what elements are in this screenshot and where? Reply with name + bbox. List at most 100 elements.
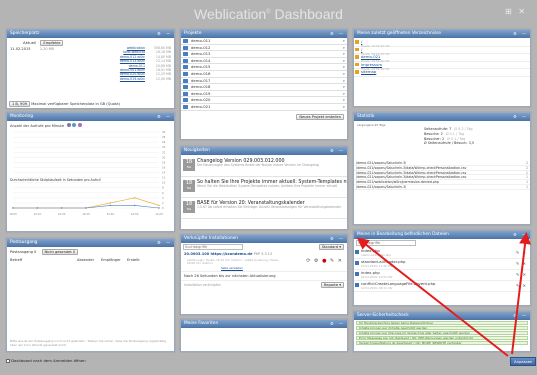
chart-point: [133, 204, 136, 207]
col-sender[interactable]: Absender: [77, 258, 94, 262]
storage-row-name[interactable]: demo-012-wSrc: [120, 55, 145, 59]
editing-file-item[interactable]: index.php 02.01.2015, 10:55 Uhr ✎ ✕: [354, 270, 530, 281]
storage-row-name[interactable]: demo-019-wSrc: [120, 77, 145, 81]
favorites-panel-header: Meine Favoriten ⚙ —: [181, 320, 347, 328]
recent-folder-item[interactable]: demo-021 Heute, 14:31:20 Uhr: [354, 54, 530, 63]
storage-date-size: 2,20 MB: [40, 47, 54, 51]
tab-empfehle[interactable]: Empfehle: [40, 40, 64, 46]
news-item[interactable]: 18 Feb Changelog Version 029.003.012.000 Di…: [181, 156, 347, 177]
tab-not-sent[interactable]: Nicht gesendet 0: [41, 249, 79, 255]
customize-button[interactable]: Anpassen: [510, 357, 537, 366]
recent-folder-item[interactable]: sitemap: [354, 69, 530, 77]
news-day: 18: [185, 180, 193, 186]
recent-folder-item[interactable]: / Heute, 14:31:33 Uhr: [354, 47, 530, 56]
project-item[interactable]: demo-014 ⌕: [181, 58, 347, 65]
editing-search-input[interactable]: [356, 240, 416, 246]
stats-kpi-avg: Ø 0,2 / Tag: [454, 127, 473, 131]
project-item[interactable]: demo-019 ⌕: [181, 91, 347, 98]
editing-file-item[interactable]: conflictCreateLanguageFile.abvent.php 12.…: [354, 281, 530, 292]
news-item[interactable]: 18 Feb BASE für Version 20: Veranstaltungs…: [181, 198, 347, 219]
editing-file-item[interactable]: standard-a4header.php 14.01.2015, 11:40 U…: [354, 259, 530, 270]
file-icon: [355, 271, 359, 276]
storage-row-name[interactable]: demo-013-wSrc: [120, 59, 145, 63]
edit-actions-icon[interactable]: ✎ ✕: [516, 272, 527, 277]
recent-folder-name[interactable]: sitemap: [361, 69, 530, 74]
search-icon[interactable]: ⌕: [343, 84, 345, 90]
storage-row-name[interactable]: demo-020-wSrc: [120, 72, 145, 76]
search-icon[interactable]: ⌕: [343, 97, 345, 103]
project-name: demo-011: [191, 38, 211, 43]
search-icon[interactable]: ⌕: [343, 51, 345, 57]
news-month: Feb: [186, 208, 192, 211]
edit-actions-icon[interactable]: ✎ ✕: [516, 250, 527, 255]
col-created[interactable]: Erstellt: [127, 258, 140, 262]
project-item[interactable]: demo-020 ⌕: [181, 97, 347, 104]
project-item[interactable]: demo-011 ⌕: [181, 38, 347, 45]
file-icon: [355, 249, 359, 254]
storage-row-value: 14,80 MB: [155, 54, 171, 59]
search-icon[interactable]: ⌕: [343, 45, 345, 51]
installation-entry-title[interactable]: 20.0003.100 https://kcondemo.de: [184, 252, 252, 256]
recent-folder-item[interactable]: / Heute, 14:31:33 Uhr: [354, 39, 530, 48]
project-folder-icon: [183, 98, 188, 103]
stats-path-row[interactable]: /demo-021/saparu/Salucheln-3/1: [354, 185, 530, 190]
window-controls-icon[interactable]: ⊞ ✕: [505, 7, 527, 16]
search-icon[interactable]: ⌕: [343, 71, 345, 77]
manage-site-link[interactable]: Seite verwalten: [221, 266, 243, 270]
installations-search-input[interactable]: [183, 244, 243, 250]
edit-actions-icon[interactable]: ✎ ✕: [516, 261, 527, 266]
search-icon[interactable]: ⌕: [343, 78, 345, 84]
monitoring-panel-header: Monitoring ⚙ —: [7, 113, 174, 121]
storage-row-name[interactable]: todo-weblicat: [123, 50, 145, 54]
monitoring-chart: 30282624222018161412108642010:00 10:10 10:…: [9, 130, 166, 216]
storage-row-value: 20,89 MB: [155, 63, 171, 68]
chart-y-tick: 30: [162, 130, 166, 134]
checkbox-icon[interactable]: [6, 359, 10, 363]
project-item[interactable]: demo-013 ⌕: [181, 51, 347, 58]
project-item[interactable]: demo-017 ⌕: [181, 78, 347, 85]
search-icon[interactable]: ⌕: [343, 38, 345, 44]
project-folder-icon: [183, 91, 188, 96]
search-icon[interactable]: ⌕: [343, 104, 345, 110]
news-date: 18 Feb: [183, 180, 195, 192]
project-item[interactable]: demo-015 ⌕: [181, 64, 347, 71]
editing-file-item[interactable]: index.php/demo-021/index.php ✎ ✕: [354, 248, 530, 259]
project-item[interactable]: demo-021 ⌕: [181, 104, 347, 111]
col-subject[interactable]: Betreff: [10, 258, 22, 262]
edit-actions-icon[interactable]: ✎ ✕: [516, 283, 527, 288]
search-icon[interactable]: ⌕: [343, 64, 345, 70]
storage-row: demo-019-wSrc 12,00 MB: [101, 77, 171, 81]
open-dashboard-checkbox[interactable]: Dashboard nach dem Anmelden öffnen: [6, 358, 86, 363]
new-project-button[interactable]: Neues Projekt erstellen: [296, 113, 344, 120]
search-icon[interactable]: ⌕: [343, 58, 345, 64]
statistics-panel: Statistik ⚙ — vergangene 45 Tage Seitenau…: [353, 112, 531, 225]
storage-row-name[interactable]: weblication: [127, 46, 145, 50]
tab-aktuell[interactable]: Aktuell: [23, 40, 36, 45]
recent-folder-item[interactable]: impressum Heute, 14:31:10 Uhr: [354, 62, 530, 71]
reports-button[interactable]: Reporte ▾: [320, 282, 344, 288]
storage-row-name[interactable]: demo-011: [129, 64, 145, 68]
security-check-line: Im Hauptverzeichnis liegen keine Dateien…: [356, 320, 528, 326]
installations-panel-header: Verknüpfte Installationen ⚙ —: [181, 235, 347, 243]
installations-panel: Verknüpfte Installationen⚙ — Standard ▾ …: [180, 234, 348, 315]
tab-outbox[interactable]: Postausgang 0: [10, 250, 36, 254]
news-month: Feb: [186, 166, 192, 169]
installations-select[interactable]: Standard ▾: [318, 244, 344, 250]
storage-date: 11.02.2015: [10, 47, 31, 51]
search-icon[interactable]: ⌕: [343, 91, 345, 97]
chart-y-tick: 20: [162, 155, 166, 159]
stats-range[interactable]: vergangene 45 Tage: [357, 123, 386, 127]
news-month: Feb: [186, 187, 192, 190]
project-item[interactable]: demo-018 ⌕: [181, 84, 347, 91]
page-title: Weblication® Dashboard: [194, 6, 343, 22]
col-recipient[interactable]: Empfänger: [101, 258, 121, 262]
project-item[interactable]: demo-012 ⌕: [181, 45, 347, 52]
storage-row-name[interactable]: demo-001-wSrc: [120, 68, 145, 72]
project-item[interactable]: demo-016 ⌕: [181, 71, 347, 78]
monitoring-subtitle: Anzahl der Aufrufe pro Minute: [7, 121, 174, 130]
chart-y-tick: 4: [162, 196, 164, 200]
project-folder-icon: [183, 85, 188, 90]
quota-value[interactable]: 1 B, 909: [9, 101, 31, 107]
news-item[interactable]: 18 Feb So halten Sie Ihre Projekte immer a…: [181, 177, 347, 198]
installation-tools-icon[interactable]: ⟳ ⚙ ● ✎ ✕: [306, 258, 343, 264]
